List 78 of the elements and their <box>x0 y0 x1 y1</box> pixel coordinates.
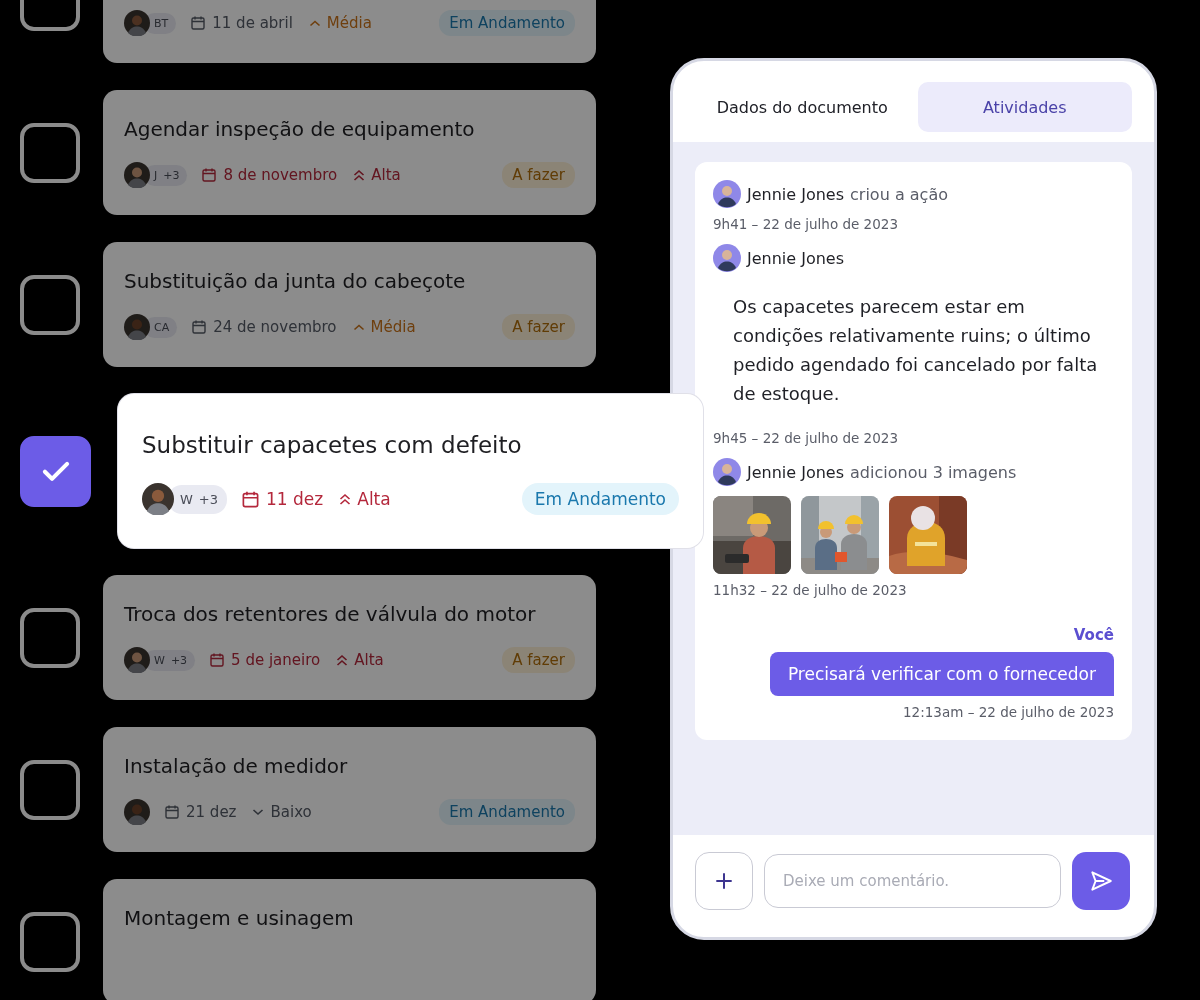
calendar-icon <box>164 804 180 820</box>
due-date: 5 de janeiro <box>231 651 321 669</box>
status-badge: A fazer <box>502 647 575 673</box>
avatar-icon <box>124 647 150 673</box>
comment-field[interactable]: Deixe um comentário. <box>764 854 1061 908</box>
status-badge: Em Andamento <box>439 799 575 825</box>
task-title: Instalação de medidor <box>124 753 349 780</box>
extra-count: +3 <box>163 168 180 182</box>
assignee-initials: J <box>154 168 158 182</box>
due-date: 21 dez <box>186 803 237 821</box>
assignee-initials: BT <box>154 16 169 30</box>
timestamp: 11h32 – 22 de julho de 2023 <box>713 582 908 598</box>
assignee-initials: W <box>180 491 193 507</box>
calendar-icon <box>209 652 226 668</box>
priority-label: Alta <box>357 489 391 509</box>
task-card[interactable]: Instalação de medidor 21 dez Baixo Em Andamento <box>103 727 596 852</box>
checkbox[interactable] <box>20 122 80 183</box>
checkbox[interactable] <box>20 759 80 820</box>
assignee-initials: CA <box>154 320 170 334</box>
status-badge: A fazer <box>502 314 575 340</box>
avatar-icon <box>124 10 150 36</box>
tab[interactable]: Atividades <box>917 82 1132 132</box>
task-title: Substituição da junta do cabeçote <box>124 268 467 295</box>
author-name: Jennie Jones <box>747 462 845 482</box>
status-badge: Em Andamento <box>439 10 575 36</box>
task-card[interactable]: Substituição da junta do cabeçote CA 24 de novembro Média A fazer <box>103 242 596 367</box>
timestamp: 12:13am – 22 de julho de 2023 <box>903 704 1114 720</box>
avatar-icon <box>124 799 150 825</box>
priority-label: Média <box>370 318 416 336</box>
task-card[interactable]: BT 11 de abril Média Em Andamento <box>103 0 596 63</box>
avatar-icon <box>124 314 150 340</box>
calendar-icon <box>201 167 218 183</box>
send-button[interactable] <box>1072 852 1130 910</box>
send-icon <box>1088 868 1114 894</box>
avatar-icon <box>142 483 174 515</box>
author-name: Jennie Jones <box>747 184 845 204</box>
avatar-icon <box>713 180 741 208</box>
calendar-icon <box>191 319 208 335</box>
task-title: Substituir capacetes com defeito <box>142 431 523 460</box>
task-card[interactable]: Agendar inspeção de equipamento J +3 8 de novembro Alta A fazer <box>103 90 596 215</box>
activity-action: adicionou 3 imagens <box>850 462 1017 482</box>
task-card[interactable]: Montagem e usinagem <box>103 879 596 1000</box>
checkbox[interactable] <box>20 607 80 668</box>
calendar-icon <box>241 489 261 509</box>
calendar-icon <box>190 15 207 31</box>
avatar-icon <box>124 162 150 188</box>
task-title: Agendar inspeção de equipamento <box>124 116 476 143</box>
assignee-initials: W <box>154 653 165 667</box>
author-name: Você <box>1073 626 1114 644</box>
avatar-icon <box>713 244 741 272</box>
status-badge: Em Andamento <box>521 483 679 515</box>
timestamp: 9h41 – 22 de julho de 2023 <box>713 216 899 232</box>
priority-label: Alta <box>371 166 401 184</box>
task-card[interactable]: Troca dos retentores de válvula do motor W +3 5 de janeiro Alta A fazer <box>103 575 596 700</box>
checkbox[interactable] <box>20 435 91 507</box>
tab[interactable]: Dados do documento <box>695 82 910 132</box>
message-bubble: Precisará verificar com o fornecedor <box>769 652 1114 696</box>
due-date: 8 de novembro <box>223 166 338 184</box>
due-date: 11 dez <box>266 489 324 509</box>
priority-label: Média <box>326 14 372 32</box>
priority-label: Baixo <box>270 803 312 821</box>
author-name: Jennie Jones <box>747 248 845 268</box>
plus-icon <box>713 870 735 892</box>
status-badge: A fazer <box>502 162 575 188</box>
due-date: 11 de abril <box>212 14 293 32</box>
task-title: Montagem e usinagem <box>124 905 355 932</box>
extra-count: +3 <box>170 653 188 667</box>
avatar-icon <box>713 458 741 486</box>
checkbox[interactable] <box>20 274 80 335</box>
activity-action: criou a ação <box>850 184 948 204</box>
task-title: Troca dos retentores de válvula do motor <box>124 601 537 628</box>
extra-count: +3 <box>198 491 219 507</box>
comment-text: Os capacetes parecem estar em condições relativamente ruins; o último pedido agendado foi cancelado por falta de estoque. <box>733 295 1099 406</box>
priority-label: Alta <box>354 651 384 669</box>
checkbox[interactable] <box>20 911 80 972</box>
task-card[interactable]: Substituir capacetes com defeito W +3 11 dez Alta Em Andamento <box>118 394 703 548</box>
timestamp: 9h45 – 22 de julho de 2023 <box>713 430 899 446</box>
due-date: 24 de novembro <box>213 318 337 336</box>
